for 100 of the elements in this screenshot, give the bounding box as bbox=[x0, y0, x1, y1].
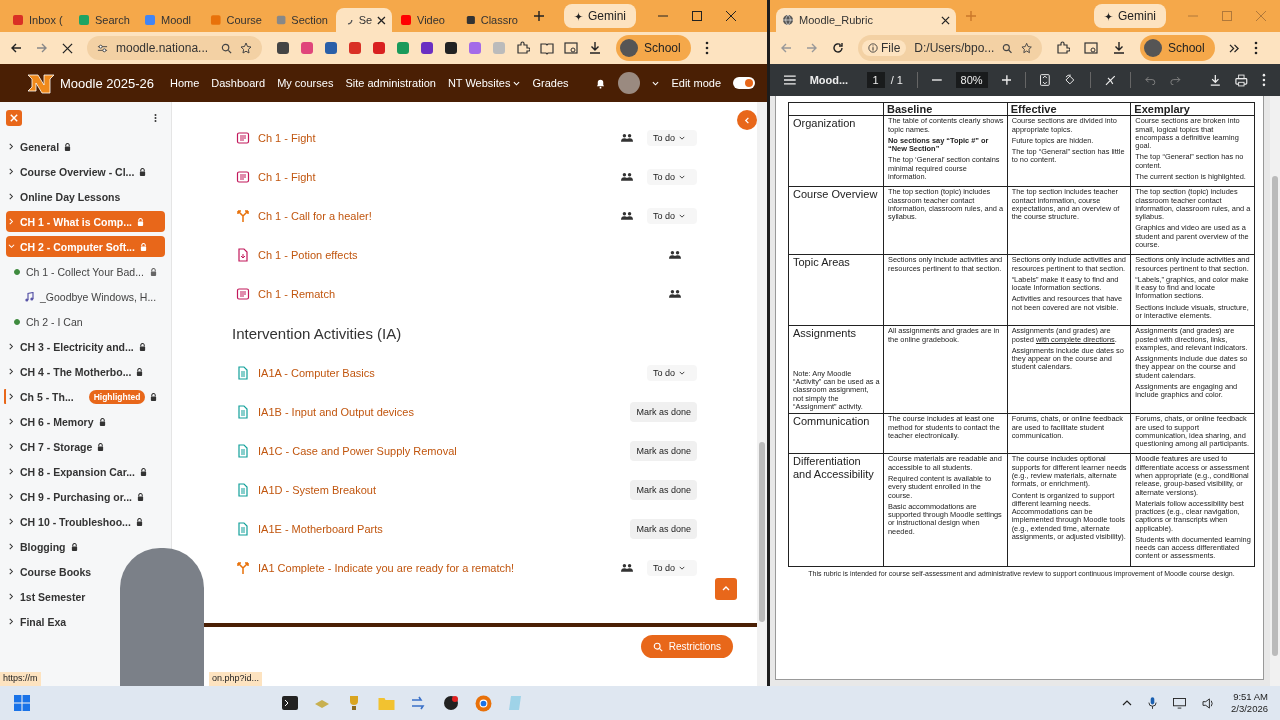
star-icon[interactable] bbox=[1020, 42, 1032, 54]
extension-icon[interactable] bbox=[420, 41, 434, 55]
edit-mode-switch[interactable] bbox=[733, 77, 755, 89]
redo-icon[interactable] bbox=[1170, 75, 1181, 85]
course-section[interactable]: Final Exa bbox=[6, 611, 72, 632]
completion-dropdown[interactable]: To do bbox=[647, 559, 697, 576]
browser-tab[interactable]: Moodle_Rubric bbox=[776, 8, 956, 32]
chevron-icon[interactable] bbox=[8, 468, 15, 475]
course-section[interactable]: General bbox=[6, 136, 77, 157]
chevron-icon[interactable] bbox=[8, 543, 15, 550]
course-section[interactable]: CH 10 - Troubleshoo... bbox=[6, 511, 148, 532]
star-icon[interactable] bbox=[240, 42, 252, 54]
nav-link[interactable]: My courses bbox=[277, 77, 334, 89]
more-icon[interactable] bbox=[1262, 73, 1266, 87]
mark-as-done-button[interactable]: Mark as done bbox=[630, 518, 697, 539]
scrollbar[interactable] bbox=[757, 102, 767, 686]
print-icon[interactable] bbox=[1235, 73, 1249, 87]
chevron-icon[interactable] bbox=[8, 443, 15, 450]
kebab-icon[interactable] bbox=[154, 113, 157, 123]
completion-dropdown[interactable]: To do bbox=[647, 168, 697, 185]
chevron-icon[interactable] bbox=[8, 568, 15, 575]
chevron-icon[interactable] bbox=[8, 168, 15, 175]
profile-button[interactable]: School bbox=[616, 35, 691, 61]
completion-dropdown[interactable]: To do bbox=[647, 129, 697, 146]
course-section[interactable]: Blogging bbox=[6, 536, 83, 557]
rotate-icon[interactable] bbox=[1064, 74, 1076, 86]
activity-link[interactable]: Ch 1 - Rematch bbox=[258, 287, 336, 300]
gemini-button[interactable]: Gemini bbox=[1094, 4, 1166, 28]
browser-tab[interactable]: Course bbox=[204, 8, 268, 32]
clock-time[interactable]: 9:51 AM bbox=[1233, 690, 1268, 703]
activity-link[interactable]: Ch 1 - Call for a healer! bbox=[258, 209, 372, 222]
activity-link[interactable]: Ch 1 - Fight bbox=[258, 170, 316, 183]
people-icon[interactable] bbox=[669, 250, 681, 259]
address-bar[interactable]: File D:/Users/bpo... bbox=[858, 35, 1042, 61]
activity-link[interactable]: IA1E - Motherboard Parts bbox=[258, 522, 383, 535]
mark-as-done-button[interactable]: Mark as done bbox=[630, 479, 697, 500]
chevron-icon[interactable] bbox=[8, 143, 15, 150]
download-icon[interactable] bbox=[1112, 41, 1126, 55]
download-icon[interactable] bbox=[588, 41, 602, 55]
completion-dropdown[interactable]: To do bbox=[647, 207, 697, 224]
people-icon[interactable] bbox=[669, 289, 681, 298]
sliders-icon[interactable] bbox=[97, 42, 108, 54]
chevron-up-icon[interactable] bbox=[1122, 700, 1132, 706]
maximize-icon[interactable] bbox=[692, 11, 702, 21]
scrollbar[interactable] bbox=[1270, 96, 1280, 686]
reload-icon[interactable] bbox=[832, 42, 844, 54]
record-icon[interactable] bbox=[443, 695, 459, 711]
more-icon[interactable] bbox=[704, 41, 709, 55]
mark-as-done-button[interactable]: Mark as done bbox=[630, 401, 697, 422]
logo-icon[interactable] bbox=[26, 71, 56, 95]
more-icon[interactable] bbox=[1253, 41, 1258, 55]
arrows-icon[interactable] bbox=[411, 696, 427, 710]
chevron-icon[interactable] bbox=[8, 518, 15, 525]
course-activity[interactable]: _Goodbye Windows, H... bbox=[6, 286, 157, 307]
close-icon[interactable] bbox=[377, 15, 386, 25]
browser-tab[interactable]: Se bbox=[336, 8, 392, 32]
browser-tab[interactable]: Classro bbox=[460, 8, 524, 32]
chevron-icon[interactable] bbox=[8, 193, 15, 200]
puzzle-icon[interactable] bbox=[516, 41, 530, 55]
close-icon[interactable] bbox=[941, 15, 950, 25]
clock-date[interactable]: 2/3/2026 bbox=[1231, 703, 1268, 716]
course-section[interactable]: CH 8 - Expansion Car... bbox=[6, 461, 152, 482]
course-section[interactable]: CH 9 - Purchasing or... bbox=[6, 486, 150, 507]
chevron-icon[interactable] bbox=[8, 618, 15, 625]
undo-icon[interactable] bbox=[1145, 75, 1157, 85]
course-activity[interactable]: Ch 2 - I Can bbox=[6, 311, 83, 332]
course-section[interactable]: CH 4 - The Motherbo... bbox=[6, 361, 149, 382]
course-section[interactable]: Ch 5 - Th... Highlighted bbox=[6, 386, 163, 407]
chevron-icon[interactable] bbox=[8, 418, 15, 425]
address-bar[interactable]: moodle.nationa... bbox=[87, 36, 262, 60]
chevron-icon[interactable] bbox=[8, 368, 15, 375]
course-section[interactable]: Course Books bbox=[6, 561, 97, 582]
zoom-icon[interactable] bbox=[1002, 42, 1013, 54]
search-icon[interactable] bbox=[564, 41, 578, 55]
activity-link[interactable]: Ch 1 - Fight bbox=[258, 131, 316, 144]
people-icon[interactable] bbox=[621, 172, 633, 181]
menu-icon[interactable] bbox=[784, 75, 796, 85]
site-name[interactable]: Moodle 2025-26 bbox=[60, 75, 154, 91]
site-info-chip[interactable]: File bbox=[862, 40, 907, 56]
extension-icon[interactable] bbox=[444, 41, 458, 55]
zoom-in-icon[interactable] bbox=[1001, 75, 1012, 85]
chevron-icon[interactable] bbox=[8, 343, 15, 350]
people-icon[interactable] bbox=[621, 211, 633, 220]
course-section[interactable]: CH 6 - Memory bbox=[6, 411, 111, 432]
nav-link[interactable]: Site administration bbox=[345, 77, 436, 89]
chevron-icon[interactable] bbox=[8, 393, 15, 400]
activity-link[interactable]: Ch 1 - Potion effects bbox=[258, 248, 358, 261]
close-button[interactable] bbox=[6, 110, 22, 126]
page-field[interactable]: 1 bbox=[866, 72, 885, 88]
browser-tab[interactable]: Search bbox=[72, 8, 136, 32]
course-section[interactable]: 1st Semester bbox=[6, 586, 91, 607]
people-icon[interactable] bbox=[621, 133, 633, 142]
browser-icon[interactable] bbox=[475, 694, 492, 712]
back-icon[interactable] bbox=[10, 42, 22, 54]
collapse-button[interactable] bbox=[737, 110, 757, 130]
chevron-icon[interactable] bbox=[8, 593, 15, 600]
course-activity[interactable]: Ch 1 - Collect Your Bad... bbox=[6, 261, 157, 282]
course-section[interactable]: Online Day Lessons bbox=[6, 186, 126, 207]
activity-link[interactable]: IA1C - Case and Power Supply Removal bbox=[258, 444, 457, 457]
new-tab-icon[interactable] bbox=[534, 11, 544, 21]
